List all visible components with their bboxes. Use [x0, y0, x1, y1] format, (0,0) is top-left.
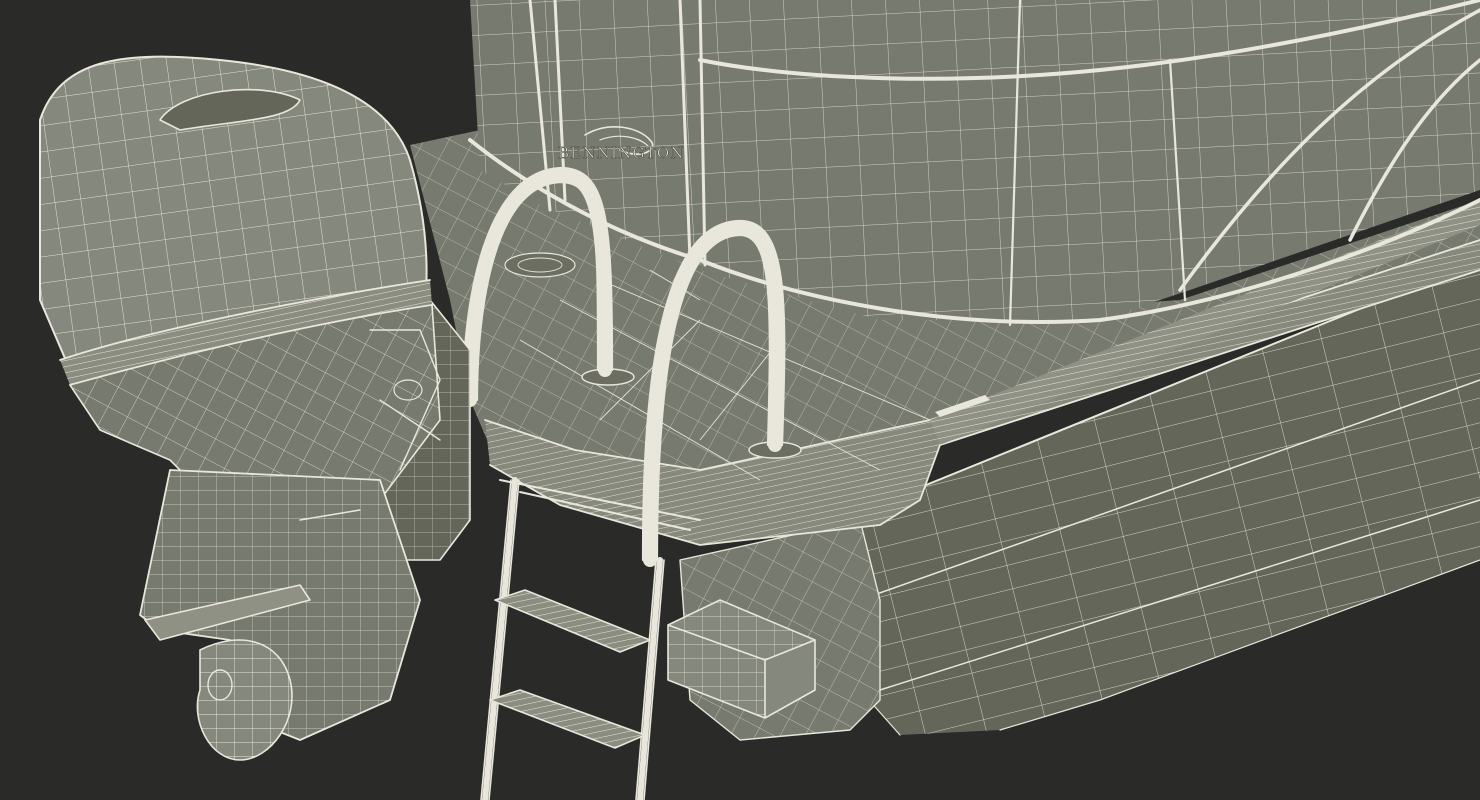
- wireframe-render-viewport: BENNINGTON: [0, 0, 1480, 800]
- brand-label: BENNINGTON: [558, 144, 685, 162]
